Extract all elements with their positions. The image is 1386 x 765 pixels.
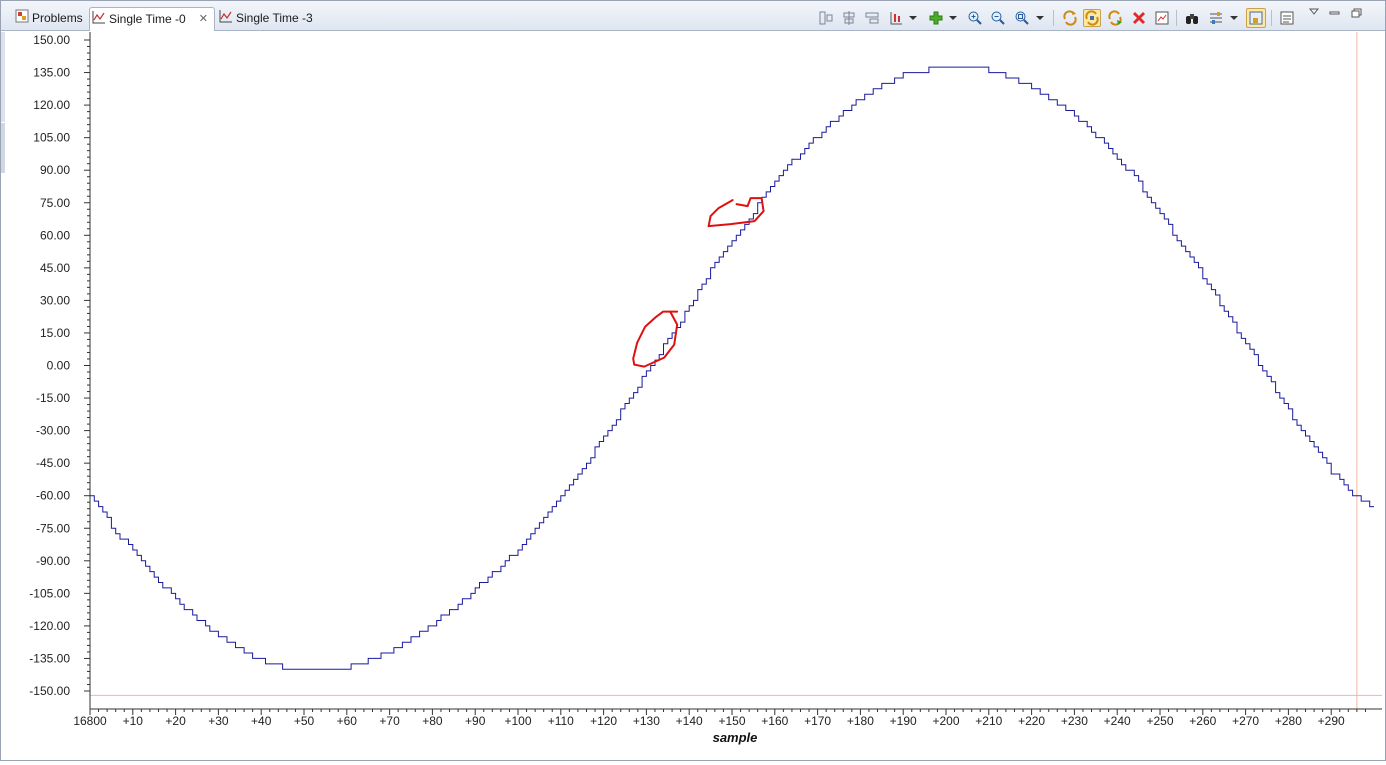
y-tick-label: -15.00 bbox=[36, 391, 70, 405]
app-window: Problems Single Time -0 ✕ Single Time -3 bbox=[0, 0, 1386, 761]
x-tick-label: +200 bbox=[932, 714, 959, 728]
x-tick-label: +30 bbox=[208, 714, 229, 728]
y-tick-label: -75.00 bbox=[36, 521, 70, 535]
x-tick-label: 16800 bbox=[73, 714, 107, 728]
y-tick-label: 90.00 bbox=[40, 163, 70, 177]
x-tick-label: +230 bbox=[1061, 714, 1088, 728]
x-tick-label: +250 bbox=[1146, 714, 1173, 728]
align-center-icon[interactable] bbox=[840, 9, 858, 27]
x-tick-label: +130 bbox=[633, 714, 660, 728]
align-right-icon[interactable] bbox=[863, 9, 881, 27]
zoom-fit-icon[interactable] bbox=[1013, 9, 1031, 27]
view-menu-icon[interactable] bbox=[1308, 8, 1320, 19]
x-tick-label: +70 bbox=[379, 714, 400, 728]
tab-single-time-0[interactable]: Single Time -0 ✕ bbox=[89, 7, 215, 31]
y-tick-label: -150.00 bbox=[29, 684, 70, 698]
zoom-in-icon[interactable] bbox=[966, 9, 984, 27]
editor-tab-bar: Problems Single Time -0 ✕ Single Time -3 bbox=[1, 1, 1385, 31]
chevron-down-icon[interactable] bbox=[1034, 9, 1046, 27]
toolbar-separator bbox=[1053, 10, 1054, 26]
x-tick-label: +110 bbox=[548, 714, 574, 728]
x-tick-label: +260 bbox=[1189, 714, 1216, 728]
export-icon[interactable] bbox=[1153, 9, 1171, 27]
y-tick-label: 75.00 bbox=[40, 196, 70, 210]
y-tick-label: -120.00 bbox=[29, 619, 70, 633]
graph-icon bbox=[92, 9, 106, 31]
tab-problems-label: Problems bbox=[32, 11, 83, 25]
annotation-circle-1 bbox=[707, 197, 765, 228]
y-tick-label: -105.00 bbox=[29, 586, 70, 600]
tab-single-time-3-label: Single Time -3 bbox=[236, 11, 313, 25]
x-tick-label: +180 bbox=[847, 714, 874, 728]
refresh-icon[interactable] bbox=[1061, 9, 1079, 27]
continuous-refresh-icon[interactable] bbox=[1106, 9, 1124, 27]
chart-cursor-icon[interactable] bbox=[887, 9, 905, 27]
y-tick-label: 135.00 bbox=[33, 66, 70, 80]
y-tick-label: 45.00 bbox=[40, 261, 70, 275]
x-tick-label: +50 bbox=[294, 714, 315, 728]
x-tick-label: +210 bbox=[975, 714, 1002, 728]
annotation-circle-0 bbox=[632, 310, 679, 368]
problems-icon bbox=[15, 8, 29, 30]
find-icon[interactable] bbox=[1183, 9, 1201, 27]
y-tick-label: 105.00 bbox=[33, 131, 70, 145]
auto-refresh-icon[interactable] bbox=[1083, 9, 1101, 27]
x-tick-label: +190 bbox=[890, 714, 917, 728]
y-tick-label: 60.00 bbox=[40, 228, 70, 242]
pin-icon[interactable] bbox=[1246, 8, 1266, 28]
minimize-icon[interactable] bbox=[1329, 8, 1341, 21]
remove-icon[interactable] bbox=[1130, 9, 1148, 27]
y-tick-label: -30.00 bbox=[36, 424, 70, 438]
y-tick-label: -45.00 bbox=[36, 456, 70, 470]
x-tick-label: +20 bbox=[165, 714, 186, 728]
x-tick-label: +60 bbox=[337, 714, 358, 728]
x-tick-label: +90 bbox=[465, 714, 486, 728]
x-tick-label: +290 bbox=[1318, 714, 1345, 728]
x-tick-label: +280 bbox=[1275, 714, 1302, 728]
x-tick-label: +160 bbox=[761, 714, 788, 728]
y-tick-label: 150.00 bbox=[33, 33, 70, 47]
toolbar-separator bbox=[1176, 10, 1177, 26]
x-tick-label: +140 bbox=[676, 714, 703, 728]
x-tick-label: +170 bbox=[804, 714, 831, 728]
x-tick-label: +10 bbox=[123, 714, 144, 728]
series-line-0 bbox=[90, 66, 1374, 670]
y-tick-label: -135.00 bbox=[29, 651, 70, 665]
legend-icon[interactable] bbox=[1278, 9, 1296, 27]
chart-area: 150.00 135.00 120.00 105.00 90.00 75.00 60.00 4… bbox=[1, 32, 1385, 760]
chevron-down-icon[interactable] bbox=[1228, 9, 1240, 27]
x-tick-label: +100 bbox=[504, 714, 531, 728]
tab-single-time-3[interactable]: Single Time -3 bbox=[217, 7, 327, 31]
tab-single-time-0-label: Single Time -0 bbox=[109, 12, 186, 26]
y-tick-label: 30.00 bbox=[40, 293, 70, 307]
zoom-out-icon[interactable] bbox=[989, 9, 1007, 27]
add-graph-icon[interactable] bbox=[927, 9, 945, 27]
chevron-down-icon[interactable] bbox=[947, 9, 959, 27]
tab-problems[interactable]: Problems bbox=[13, 7, 89, 31]
y-tick-label: 0.00 bbox=[47, 359, 71, 373]
x-tick-label: +150 bbox=[718, 714, 745, 728]
x-tick-label: +40 bbox=[251, 714, 272, 728]
y-tick-label: -60.00 bbox=[36, 489, 70, 503]
single-time-graph[interactable]: 150.00 135.00 120.00 105.00 90.00 75.00 60.00 4… bbox=[1, 32, 1385, 760]
x-tick-label: +240 bbox=[1104, 714, 1131, 728]
maximize-icon[interactable] bbox=[1351, 8, 1363, 21]
x-tick-label: +270 bbox=[1232, 714, 1259, 728]
properties-icon[interactable] bbox=[1207, 9, 1225, 27]
y-tick-label: 120.00 bbox=[33, 98, 70, 112]
x-tick-label: +80 bbox=[422, 714, 443, 728]
y-tick-label: -90.00 bbox=[36, 554, 70, 568]
toolbar-separator bbox=[1271, 10, 1272, 26]
align-left-icon[interactable] bbox=[817, 9, 835, 27]
chevron-down-icon[interactable] bbox=[907, 9, 919, 27]
x-tick-label: +220 bbox=[1018, 714, 1045, 728]
x-axis-title: sample bbox=[713, 730, 758, 745]
close-tab-icon[interactable]: ✕ bbox=[199, 8, 208, 30]
graph-icon bbox=[219, 8, 233, 30]
x-tick-label: +120 bbox=[590, 714, 617, 728]
y-tick-label: 15.00 bbox=[40, 326, 70, 340]
